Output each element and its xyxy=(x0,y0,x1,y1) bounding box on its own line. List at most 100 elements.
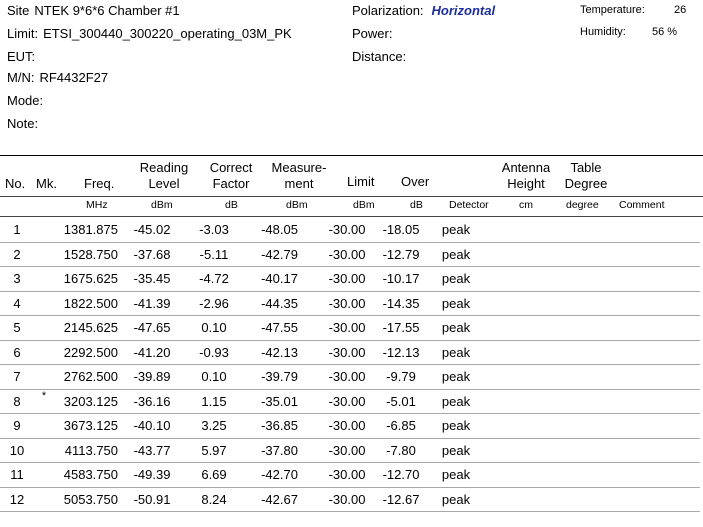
col-over: Over xyxy=(401,174,430,189)
row-freq: 4113.750 xyxy=(54,438,118,463)
col-measurement-line2: ment xyxy=(284,176,314,191)
row-limit: -30.00 xyxy=(317,462,377,488)
unit-over: dB xyxy=(410,199,423,211)
humidity-label: Humidity: xyxy=(580,26,626,38)
row-over: -18.05 xyxy=(377,218,425,243)
row-over: -17.55 xyxy=(377,315,425,341)
col-limit: Limit xyxy=(347,174,375,189)
row-over: -9.79 xyxy=(377,364,425,390)
row-reading: -37.68 xyxy=(118,242,186,267)
row-empty xyxy=(487,389,700,414)
row-empty xyxy=(487,487,700,512)
unit-limit: dBm xyxy=(353,199,375,211)
row-limit: -30.00 xyxy=(317,364,377,390)
row-reading: -35.45 xyxy=(118,266,186,292)
row-mk xyxy=(34,487,54,512)
unit-correct: dB xyxy=(225,199,238,211)
col-table-line1: Table xyxy=(570,160,602,175)
row-reading: -40.10 xyxy=(118,413,186,439)
col-correct-line2: Factor xyxy=(212,176,250,191)
row-measurement: -42.67 xyxy=(242,487,317,512)
polarization-label: Polarization: xyxy=(352,3,424,18)
row-empty xyxy=(487,340,700,365)
row-detector: peak xyxy=(425,487,487,512)
row-mk xyxy=(34,266,54,292)
row-measurement: -40.17 xyxy=(242,266,317,292)
row-over: -5.01 xyxy=(377,389,425,414)
row-freq: 2292.500 xyxy=(54,340,118,365)
row-measurement: -44.35 xyxy=(242,291,317,316)
unit-degree: degree xyxy=(566,199,599,211)
row-measurement: -47.55 xyxy=(242,315,317,341)
col-table-degree: Table Degree xyxy=(561,160,611,192)
row-limit: -30.00 xyxy=(317,389,377,414)
row-empty xyxy=(487,242,700,267)
row-no: 10 xyxy=(0,438,34,463)
col-no: No. xyxy=(5,176,26,191)
row-no: 2 xyxy=(0,242,34,267)
row-freq: 3203.125 xyxy=(54,389,118,414)
row-empty xyxy=(487,413,700,439)
unit-antenna: cm xyxy=(519,199,533,211)
col-antenna-line1: Antenna xyxy=(501,160,551,175)
row-freq: 5053.750 xyxy=(54,487,118,512)
row-empty xyxy=(487,364,700,390)
col-reading: Reading Level xyxy=(138,160,190,192)
distance-line: Distance: xyxy=(352,49,406,64)
row-reading: -41.39 xyxy=(118,291,186,316)
row-detector: peak xyxy=(425,389,487,414)
row-measurement: -39.79 xyxy=(242,364,317,390)
row-no: 12 xyxy=(0,487,34,512)
col-measurement: Measure- ment xyxy=(268,160,330,192)
row-correct: 8.24 xyxy=(186,487,242,512)
row-no: 5 xyxy=(0,315,34,341)
eut-label: EUT: xyxy=(7,49,36,64)
row-reading: -45.02 xyxy=(118,218,186,243)
row-limit: -30.00 xyxy=(317,218,377,243)
row-reading: -43.77 xyxy=(118,438,186,463)
row-measurement: -42.70 xyxy=(242,462,317,488)
row-limit: -30.00 xyxy=(317,413,377,439)
power-line: Power: xyxy=(352,26,392,41)
col-antenna-line2: Height xyxy=(507,176,545,191)
row-limit: -30.00 xyxy=(317,438,377,463)
site-label: Site xyxy=(7,3,30,18)
row-mk: * xyxy=(34,389,54,414)
mn-label: M/N: xyxy=(7,70,35,85)
row-no: 7 xyxy=(0,364,34,390)
row-measurement: -37.80 xyxy=(242,438,317,463)
power-label: Power: xyxy=(352,26,393,41)
table-row: 1 1381.875 -45.02 -3.03 -48.05 -30.00 -1… xyxy=(0,218,700,243)
table-row: 2 1528.750 -37.68 -5.11 -42.79 -30.00 -1… xyxy=(0,242,700,267)
row-over: -10.17 xyxy=(377,266,425,292)
eut-line: EUT: xyxy=(7,49,35,64)
row-correct: -2.96 xyxy=(186,291,242,316)
row-reading: -50.91 xyxy=(118,487,186,512)
row-no: 1 xyxy=(0,218,34,243)
row-no: 11 xyxy=(0,462,34,488)
table-row: 5 2145.625 -47.65 0.10 -47.55 -30.00 -17… xyxy=(0,315,700,341)
row-detector: peak xyxy=(425,438,487,463)
units-rule xyxy=(0,216,703,217)
row-no: 8 xyxy=(0,389,34,414)
row-measurement: -42.13 xyxy=(242,340,317,365)
row-reading: -49.39 xyxy=(118,462,186,488)
distance-label: Distance: xyxy=(352,49,407,64)
row-empty xyxy=(487,266,700,292)
unit-detector: Detector xyxy=(449,199,489,211)
top-rule xyxy=(0,155,703,156)
note-line: Note: xyxy=(7,116,38,131)
row-freq: 2762.500 xyxy=(54,364,118,390)
row-limit: -30.00 xyxy=(317,340,377,365)
table-row: 7 2762.500 -39.89 0.10 -39.79 -30.00 -9.… xyxy=(0,364,700,390)
table-row: 3 1675.625 -35.45 -4.72 -40.17 -30.00 -1… xyxy=(0,266,700,292)
unit-reading: dBm xyxy=(151,199,173,211)
row-freq: 2145.625 xyxy=(54,315,118,341)
table-row: 10 4113.750 -43.77 5.97 -37.80 -30.00 -7… xyxy=(0,438,700,463)
row-freq: 3673.125 xyxy=(54,413,118,439)
row-mk xyxy=(34,340,54,365)
row-freq: 4583.750 xyxy=(54,462,118,488)
row-detector: peak xyxy=(425,462,487,488)
row-mk xyxy=(34,462,54,488)
row-correct: -5.11 xyxy=(186,242,242,267)
